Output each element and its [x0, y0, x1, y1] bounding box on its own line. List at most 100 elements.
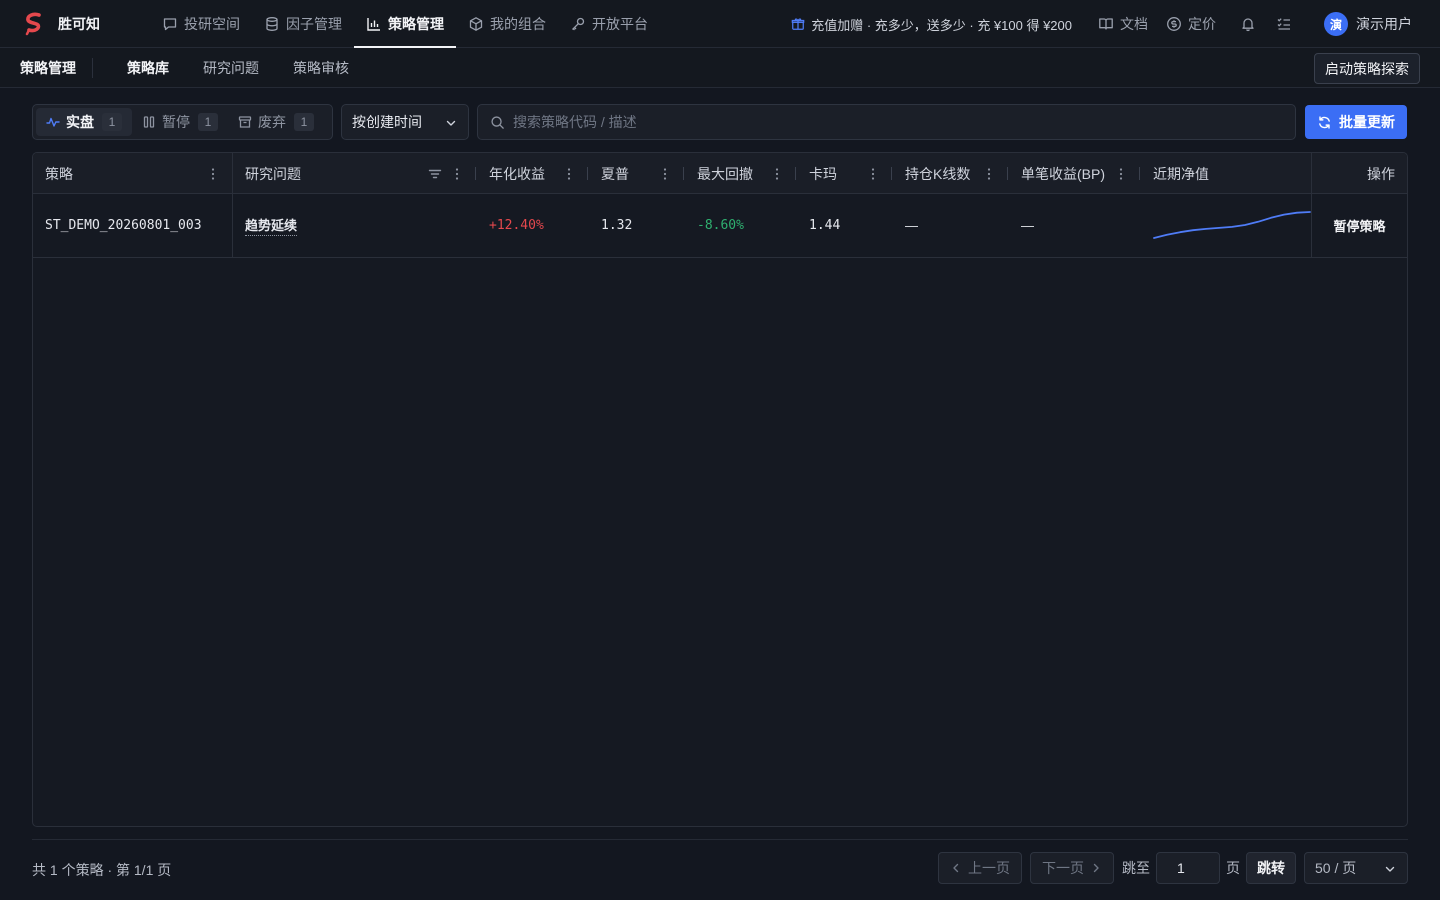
column-header-research-topic[interactable]: 研究问题 — [233, 153, 476, 194]
nav-item-label: 策略管理 — [388, 15, 444, 32]
page-size-select[interactable]: 50 / 页 — [1304, 852, 1408, 884]
more-vertical-icon[interactable] — [866, 167, 880, 181]
column-header-max-drawdown[interactable]: 最大回撤 — [685, 153, 796, 194]
nav-item-open-platform[interactable]: 开放平台 — [558, 0, 660, 48]
jump-to-label: 跳至 — [1122, 860, 1150, 876]
bar-chart-icon — [367, 17, 380, 31]
jump-button[interactable]: 跳转 — [1246, 852, 1296, 884]
status-tab-label: 废弃 — [258, 114, 286, 130]
column-divider — [587, 167, 588, 180]
holding-bars-value: — — [905, 218, 918, 233]
chevron-right-icon — [1093, 863, 1099, 873]
tab-research-questions[interactable]: 研究问题 — [203, 58, 259, 78]
column-label: 研究问题 — [245, 165, 301, 182]
nav-sparkline-cell — [1153, 194, 1313, 257]
more-vertical-icon[interactable] — [658, 167, 672, 181]
column-label: 夏普 — [601, 165, 629, 182]
notifications-button[interactable] — [1238, 14, 1258, 34]
sub-navigation: 策略管理 策略库 研究问题 策略审核 启动策略探索 — [0, 48, 1440, 88]
nav-sparkline-line — [1153, 210, 1311, 239]
column-header-annual-return[interactable]: 年化收益 — [477, 153, 588, 194]
column-header-strategy[interactable]: 策略 — [33, 153, 233, 194]
bulk-update-label: 批量更新 — [1339, 114, 1395, 130]
cube-icon — [469, 16, 483, 31]
tab-strategy-review[interactable]: 策略审核 — [293, 58, 349, 78]
pagination: 上一页 下一页 跳至 页 跳转 — [938, 852, 1296, 884]
promo-banner[interactable]: 充值加赠 · 充多少，送多少 · 充 ¥100 得 ¥200 — [791, 15, 1072, 34]
column-divider — [475, 167, 476, 180]
more-vertical-icon[interactable] — [770, 167, 784, 181]
chevron-down-icon — [1385, 866, 1395, 872]
status-count-badge: 1 — [102, 113, 122, 131]
more-vertical-icon[interactable] — [206, 167, 220, 181]
status-segmented-control: 实盘 1 暂停 1 废弃 1 — [32, 104, 333, 140]
column-header-sharpe[interactable]: 夏普 — [589, 153, 684, 194]
prev-page-button[interactable]: 上一页 — [938, 852, 1022, 884]
database-icon — [266, 16, 278, 31]
strategy-code[interactable]: ST_DEMO_20260801_003 — [45, 194, 231, 257]
sort-select[interactable]: 按创建时间 — [341, 104, 469, 140]
docs-link[interactable]: 文档 — [1098, 14, 1148, 34]
sort-select-value: 按创建时间 — [352, 114, 422, 130]
status-tab-paused[interactable]: 暂停 1 — [132, 108, 228, 136]
table-row[interactable]: ST_DEMO_20260801_003 趋势延续 +12.40% 1.32 -… — [33, 194, 1407, 258]
nav-item-research-space[interactable]: 投研空间 — [150, 0, 252, 48]
column-header-calmar[interactable]: 卡玛 — [797, 153, 892, 194]
more-vertical-icon[interactable] — [982, 167, 996, 181]
column-header-holding-bars[interactable]: 持仓K线数 — [893, 153, 1008, 194]
column-header-per-trade-bp[interactable]: 单笔收益(BP) — [1009, 153, 1140, 194]
brand-name: 胜可知 — [58, 15, 100, 32]
tab-strategy-library[interactable]: 策略库 — [127, 58, 169, 78]
refresh-icon — [1319, 115, 1330, 129]
pause-icon — [143, 116, 155, 128]
docs-label: 文档 — [1120, 16, 1148, 32]
chevron-down-icon — [446, 120, 456, 126]
column-divider — [1007, 167, 1008, 180]
brand-logo-icon — [25, 12, 41, 35]
chat-icon — [163, 17, 177, 30]
page-size-value: 50 / 页 — [1315, 860, 1357, 876]
calmar-value: 1.44 — [809, 218, 841, 233]
column-label: 近期净值 — [1153, 165, 1209, 182]
more-vertical-icon[interactable] — [1114, 167, 1128, 181]
nav-item-strategy-management[interactable]: 策略管理 — [354, 0, 456, 48]
next-page-button[interactable]: 下一页 — [1030, 852, 1114, 884]
pricing-link[interactable]: 定价 — [1166, 14, 1216, 34]
nav-item-label: 开放平台 — [592, 15, 648, 32]
research-topic-link[interactable]: 趋势延续 — [245, 215, 298, 236]
nav-item-label: 因子管理 — [286, 15, 342, 32]
filter-icon[interactable] — [428, 167, 442, 181]
more-vertical-icon[interactable] — [562, 167, 576, 181]
search-input[interactable] — [513, 114, 1273, 130]
page-unit-label: 页 — [1226, 860, 1240, 876]
status-count-badge: 1 — [294, 113, 314, 131]
user-menu[interactable]: 演 演示用户 — [1324, 12, 1412, 36]
column-divider — [683, 167, 684, 180]
avatar: 演 — [1324, 12, 1348, 36]
chevron-left-icon — [953, 863, 959, 873]
start-strategy-exploration-button[interactable]: 启动策略探索 — [1314, 53, 1420, 84]
nav-item-label: 我的组合 — [490, 15, 546, 32]
pause-strategy-button[interactable]: 暂停策略 — [1333, 216, 1385, 235]
status-tab-live[interactable]: 实盘 1 — [36, 108, 132, 136]
user-name: 演示用户 — [1356, 16, 1412, 32]
page-number-input[interactable] — [1156, 852, 1220, 884]
table-header: 策略 研究问题 年化收益 夏普 最大回撤 卡玛 持仓K线数 单笔收益(BP) 近… — [33, 153, 1407, 194]
status-tab-archived[interactable]: 废弃 1 — [228, 108, 324, 136]
column-divider — [891, 167, 892, 180]
bulk-update-button[interactable]: 批量更新 — [1305, 105, 1407, 139]
nav-item-label: 投研空间 — [184, 15, 240, 32]
search-icon — [491, 115, 504, 129]
task-list-button[interactable] — [1274, 14, 1294, 34]
pricing-label: 定价 — [1188, 16, 1216, 32]
key-icon — [572, 17, 585, 30]
status-tab-label: 实盘 — [66, 114, 94, 130]
column-label: 年化收益 — [489, 165, 545, 182]
actions-cell: 暂停策略 — [1312, 194, 1407, 257]
nav-item-factor-management[interactable]: 因子管理 — [252, 0, 354, 48]
more-vertical-icon[interactable] — [450, 167, 464, 181]
nav-item-my-portfolio[interactable]: 我的组合 — [456, 0, 558, 48]
column-header-recent-nav: 近期净值 — [1141, 153, 1311, 194]
top-navigation: 胜可知 投研空间 因子管理 策略管理 我的组合 开放平台 充值加赠 · 充多少，… — [0, 0, 1440, 48]
brand[interactable]: 胜可知 — [24, 12, 138, 36]
